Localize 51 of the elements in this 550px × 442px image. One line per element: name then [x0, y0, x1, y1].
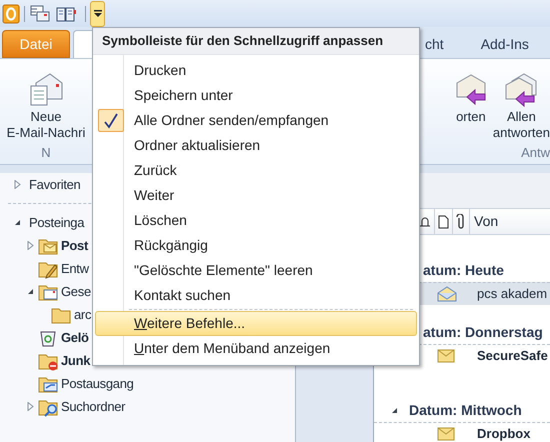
paperclip-icon[interactable]	[456, 214, 466, 230]
new-mail-icon	[28, 71, 64, 107]
ribbon-tab[interactable]: cht	[423, 30, 477, 58]
reminder-icon[interactable]	[419, 214, 431, 228]
group-label: Antw	[521, 144, 550, 162]
collapse-arrow-icon[interactable]	[391, 407, 398, 414]
menu-item[interactable]: Rückgängig	[95, 233, 417, 258]
group-label: N	[41, 144, 51, 162]
message-row[interactable]: Dropbox	[374, 422, 550, 442]
document-icon[interactable]	[438, 214, 449, 228]
menu-item[interactable]: Ordner aktualisieren	[95, 133, 417, 158]
folder-item[interactable]: Gelö	[61, 328, 89, 348]
collapse-arrow-icon[interactable]	[14, 219, 21, 226]
menu-item[interactable]: Drucken	[95, 58, 417, 83]
book-icon[interactable]	[55, 4, 77, 22]
customize-toolbar-button[interactable]	[90, 0, 105, 26]
folder-item[interactable]: Entw	[61, 258, 89, 278]
expand-arrow-icon[interactable]	[14, 180, 21, 189]
column-header[interactable]: Von	[470, 209, 502, 234]
folder-item[interactable]: Junk	[61, 350, 90, 370]
ribbon-button[interactable]: Neue E-Mail-Nachri	[6, 71, 86, 141]
folder-item[interactable]: Posteinga	[29, 212, 84, 232]
sender-text: pcs akadem	[477, 285, 548, 304]
group-header[interactable]: Datum: Mittwoch	[409, 400, 522, 421]
ribbon-button[interactable]: Allen antworten	[492, 71, 550, 141]
dropdown-icon	[94, 10, 102, 17]
folder-item[interactable]: Postausgang	[61, 374, 134, 394]
ribbon-button[interactable]: orten	[452, 71, 489, 125]
outlook-logo-icon[interactable]	[2, 4, 20, 24]
menu-title: Symbolleiste für den Schnellzugriff anpassen	[93, 28, 419, 55]
collapse-arrow-icon[interactable]	[27, 288, 34, 295]
menu-item[interactable]: Weiter	[95, 183, 417, 208]
menu-item[interactable]: Alle Ordner senden/empfangen	[95, 108, 417, 133]
menu-item[interactable]: Weitere Befehle...	[95, 311, 417, 336]
group-header[interactable]: atum: Donnerstag	[423, 322, 543, 343]
folder-item[interactable]: arc	[74, 304, 92, 324]
folder-item[interactable]: Post	[61, 236, 88, 256]
expand-arrow-icon[interactable]	[27, 402, 34, 411]
send-receive-icon[interactable]	[29, 4, 51, 24]
folder-item[interactable]: Suchordner	[61, 396, 126, 416]
ribbon-tab[interactable]: Add-Ins	[476, 30, 533, 58]
sender-text: SecureSafe	[477, 347, 548, 366]
menu-item[interactable]: Speichern unter	[95, 83, 417, 108]
folder-item[interactable]: Favoriten	[29, 174, 80, 194]
sender-text: Dropbox	[477, 425, 530, 442]
menu-item[interactable]: "Gelöschte Elemente" leeren	[95, 258, 417, 283]
folder-item[interactable]: Gese	[61, 282, 91, 302]
menu-item[interactable]: Zurück	[95, 158, 417, 183]
group-header[interactable]: atum: Heute	[423, 260, 504, 281]
expand-arrow-icon[interactable]	[27, 241, 34, 250]
menu-item[interactable]: Löschen	[95, 208, 417, 233]
